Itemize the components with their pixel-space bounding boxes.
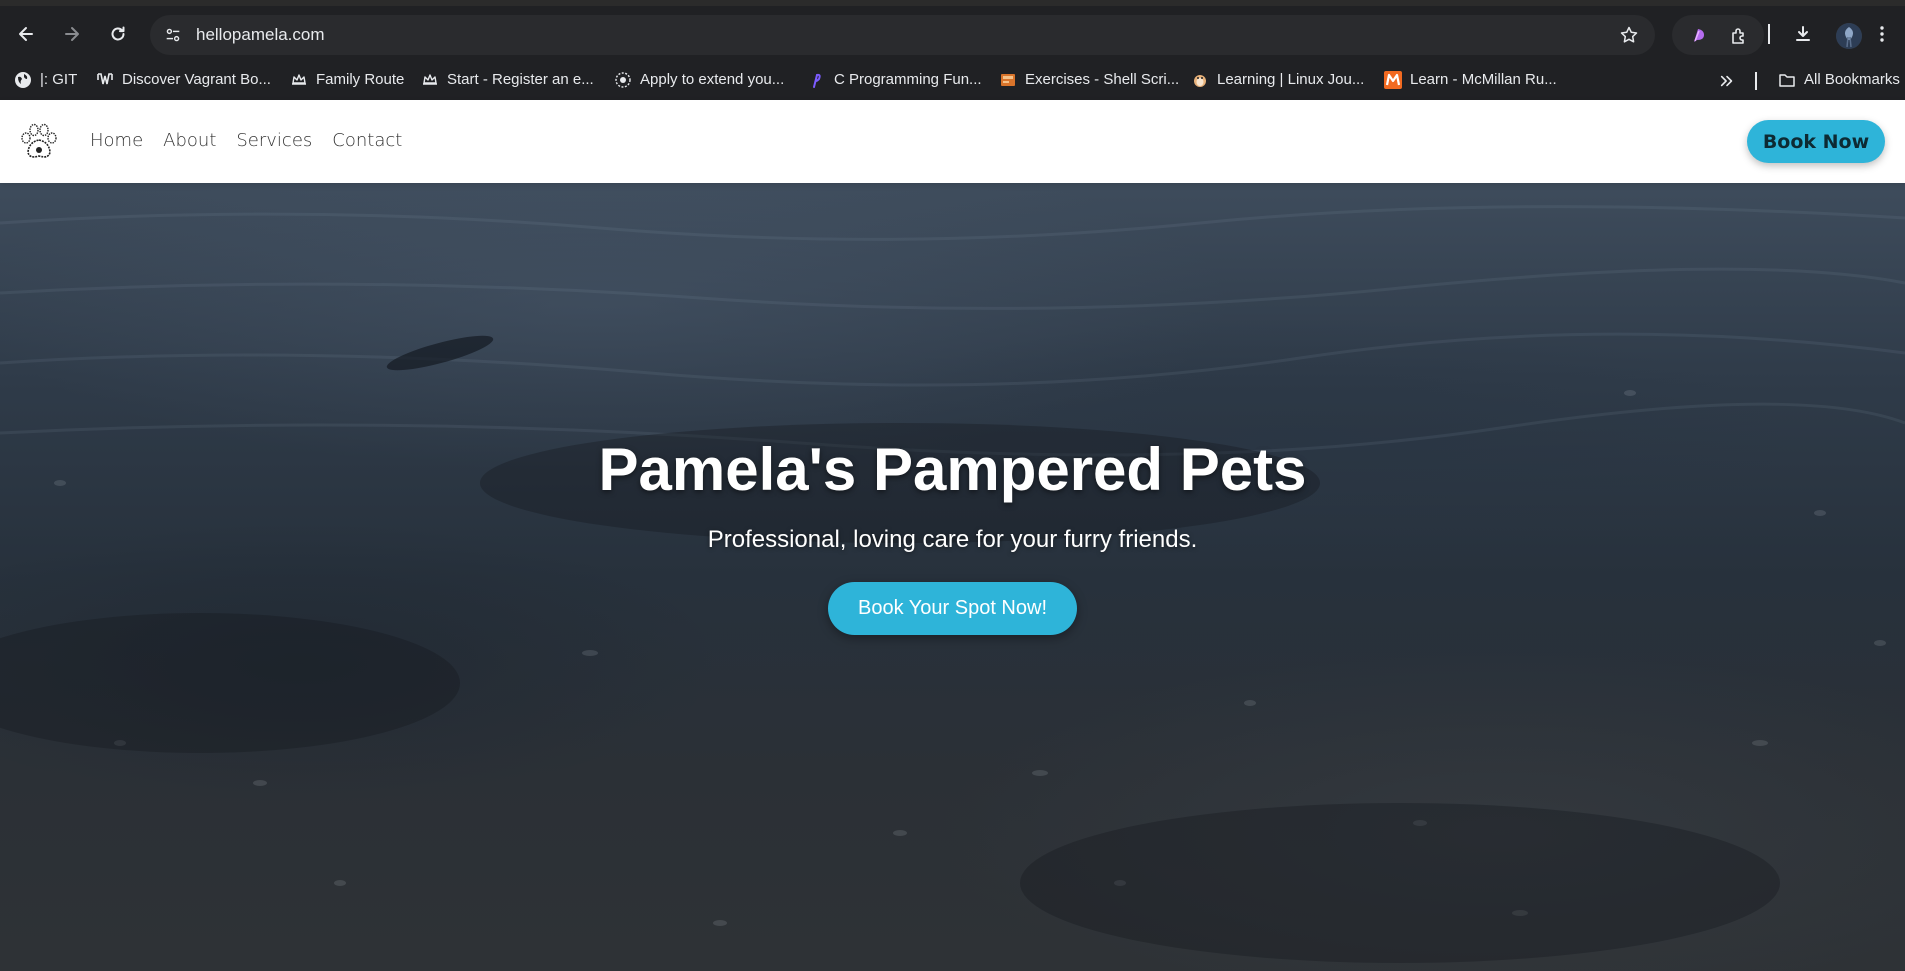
all-bookmarks-button[interactable]: All Bookmarks: [1778, 68, 1900, 92]
toolbar-divider: [1768, 24, 1770, 44]
bookmark-item[interactable]: Start - Register an e...: [421, 68, 594, 92]
bookmark-item[interactable]: Discover Vagrant Bo...: [96, 68, 271, 92]
main-nav: Home About Services Contact: [90, 130, 402, 151]
site-info-icon[interactable]: [162, 24, 184, 46]
crest-icon: [614, 71, 632, 89]
book-icon: [999, 71, 1017, 89]
arrow-left-icon: [19, 27, 33, 41]
browser-chrome: hellopamela.com |: GIT Discover Vagrant …: [0, 0, 1905, 100]
book-now-button[interactable]: Book Now: [1747, 120, 1885, 163]
back-button[interactable]: [10, 18, 42, 50]
bookmark-item[interactable]: |: GIT: [14, 68, 77, 92]
bookmarks-bar: |: GIT Discover Vagrant Bo... Family Rou…: [0, 62, 1905, 98]
ai-extension-icon[interactable]: [1686, 23, 1712, 49]
nav-link-about[interactable]: About: [163, 130, 216, 151]
double-chevron-right-icon: [1720, 75, 1733, 87]
book-your-spot-button[interactable]: Book Your Spot Now!: [828, 582, 1077, 635]
page-viewport: Home About Services Contact Book Now Pam…: [0, 100, 1905, 971]
bookmark-item[interactable]: Apply to extend you...: [614, 68, 784, 92]
nav-link-services[interactable]: Services: [236, 130, 312, 151]
globe-icon: [14, 71, 32, 89]
browser-menu-button[interactable]: [1866, 18, 1898, 50]
folder-icon: [1778, 71, 1796, 89]
penguin-icon: [1191, 71, 1209, 89]
hero-content: Pamela's Pampered Pets Professional, lov…: [0, 183, 1905, 971]
address-bar[interactable]: hellopamela.com: [150, 15, 1655, 55]
bookmark-item[interactable]: C Programming Fun...: [808, 68, 982, 92]
download-icon: [1796, 26, 1810, 41]
bookmark-item[interactable]: Learning | Linux Jou...: [1191, 68, 1364, 92]
hero-subtitle: Professional, loving care for your furry…: [707, 526, 1198, 553]
browser-toolbar: hellopamela.com: [0, 12, 1905, 56]
crown-icon: [290, 71, 308, 89]
kebab-menu-icon: [1880, 26, 1884, 42]
url-text[interactable]: hellopamela.com: [196, 25, 325, 45]
extensions-group: [1672, 15, 1764, 55]
site-header: Home About Services Contact Book Now: [0, 100, 1905, 183]
paw-logo-icon[interactable]: [18, 122, 60, 162]
feather-icon: [808, 71, 826, 89]
m-logo-icon: [1384, 71, 1402, 89]
reload-button[interactable]: [102, 18, 134, 50]
bookmark-item[interactable]: Exercises - Shell Scri...: [999, 68, 1179, 92]
bookmarks-overflow-button[interactable]: [1716, 70, 1738, 92]
bookmarks-divider: [1755, 72, 1757, 90]
downloads-button[interactable]: [1787, 18, 1819, 50]
bookmark-star-icon[interactable]: [1617, 23, 1641, 47]
bookmark-item[interactable]: Family Route: [290, 68, 404, 92]
reload-icon: [111, 26, 125, 41]
puzzle-extensions-icon[interactable]: [1726, 23, 1752, 49]
forward-button[interactable]: [56, 18, 88, 50]
profile-avatar[interactable]: [1836, 23, 1862, 49]
crown-icon: [421, 71, 439, 89]
vagrant-icon: [96, 71, 114, 89]
hero-title: Pamela's Pampered Pets: [598, 436, 1307, 503]
bookmark-item[interactable]: Learn - McMillan Ru...: [1384, 68, 1557, 92]
hero-section: Pamela's Pampered Pets Professional, lov…: [0, 183, 1905, 971]
nav-link-home[interactable]: Home: [90, 130, 143, 151]
arrow-right-icon: [65, 27, 79, 41]
nav-link-contact[interactable]: Contact: [332, 130, 402, 151]
